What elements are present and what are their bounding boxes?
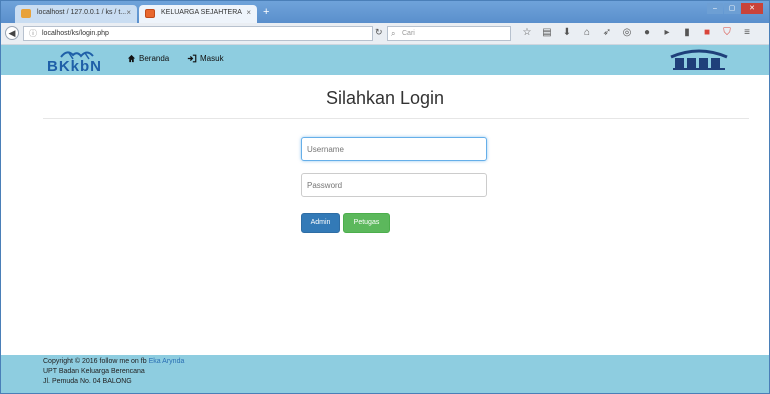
close-tab-icon[interactable]: × — [126, 8, 131, 17]
close-tab-icon[interactable]: × — [246, 8, 251, 17]
nav-beranda[interactable]: Beranda — [127, 54, 169, 63]
maximize-button[interactable]: ▢ — [724, 3, 740, 14]
username-input[interactable] — [301, 137, 487, 161]
addon-red-icon[interactable]: ■ — [701, 27, 713, 39]
site-header: BKkbN Beranda Masuk — [1, 45, 769, 75]
author-link[interactable]: Eka Arynda — [149, 358, 185, 365]
window-controls: – ▢ ✕ — [707, 3, 763, 14]
browser-window: localhost / 127.0.0.1 / ks / t... × KELU… — [0, 0, 770, 394]
sidebar-icon[interactable]: ▮ — [681, 27, 693, 39]
phpmyadmin-favicon-icon — [21, 9, 31, 18]
reload-icon[interactable]: ↻ — [375, 27, 383, 38]
home-icon[interactable]: ⌂ — [581, 27, 593, 39]
search-icon: ⌕ — [391, 29, 396, 38]
send-icon[interactable]: ➶ — [601, 27, 613, 39]
login-panel: Silahkan Login Admin Petugas — [1, 75, 769, 357]
divider — [43, 118, 749, 119]
sign-in-icon — [187, 54, 197, 63]
copyright-line: Copyright © 2016 follow me on fb Eka Ary… — [43, 357, 769, 367]
tab-keluarga-sejahtera[interactable]: KELUARGA SEJAHTERA × — [139, 5, 257, 23]
keluarga-sejahtera-logo — [669, 49, 729, 71]
pocket-icon[interactable]: ▸ — [661, 27, 673, 39]
toolbar-icons: ☆ ▤ ⬇ ⌂ ➶ ◎ ● ▸ ▮ ■ ⛉ ≡ — [521, 27, 753, 39]
search-bar[interactable]: ⌕ Cari — [387, 26, 511, 41]
nav-beranda-label: Beranda — [139, 54, 170, 63]
petugas-login-button[interactable]: Petugas — [343, 213, 390, 233]
menu-icon[interactable]: ≡ — [741, 27, 753, 39]
nav-masuk-label: Masuk — [200, 54, 224, 63]
info-icon[interactable]: ⓘ — [29, 27, 37, 40]
tab-label: localhost / 127.0.0.1 / ks / t... — [37, 9, 127, 16]
search-placeholder: Cari — [402, 30, 415, 37]
site-footer: Copyright © 2016 follow me on fb Eka Ary… — [1, 355, 769, 393]
back-button[interactable]: ◀ — [5, 26, 19, 40]
minimize-button[interactable]: – — [707, 3, 723, 14]
footer-address: Jl. Pemuda No. 04 BALONG — [43, 378, 132, 385]
close-window-button[interactable]: ✕ — [741, 3, 763, 14]
password-input[interactable] — [301, 173, 487, 197]
home-icon — [127, 54, 136, 63]
admin-login-button[interactable]: Admin — [301, 213, 340, 233]
url-text: localhost/ks/login.php — [42, 30, 109, 37]
tab-strip: localhost / 127.0.0.1 / ks / t... × KELU… — [1, 1, 769, 23]
bookmark-star-icon[interactable]: ☆ — [521, 27, 533, 39]
footer-org: UPT Badan Keluarga Berencana — [43, 368, 145, 375]
chat-icon[interactable]: ● — [641, 27, 653, 39]
tab-label: KELUARGA SEJAHTERA — [161, 9, 242, 16]
shield-icon[interactable]: ⛉ — [721, 27, 733, 39]
new-tab-button[interactable]: + — [263, 6, 269, 18]
page-title: Silahkan Login — [325, 88, 445, 108]
site-favicon-icon — [145, 9, 155, 18]
bkkbn-logo[interactable]: BKkbN — [43, 47, 119, 75]
tab-phpmyadmin[interactable]: localhost / 127.0.0.1 / ks / t... × — [15, 5, 137, 23]
extension-icon[interactable]: ◎ — [621, 27, 633, 39]
nav-masuk[interactable]: Masuk — [187, 54, 224, 63]
logo-text: BKkbN — [47, 58, 102, 73]
download-icon[interactable]: ⬇ — [561, 27, 573, 39]
library-icon[interactable]: ▤ — [541, 27, 553, 39]
copyright-text: Copyright © 2016 follow me on fb — [43, 358, 147, 365]
browser-navbar: ◀ ⓘ localhost/ks/login.php ↻ ⌕ Cari ☆ ▤ … — [1, 23, 769, 45]
url-bar[interactable]: ⓘ localhost/ks/login.php — [23, 26, 373, 41]
